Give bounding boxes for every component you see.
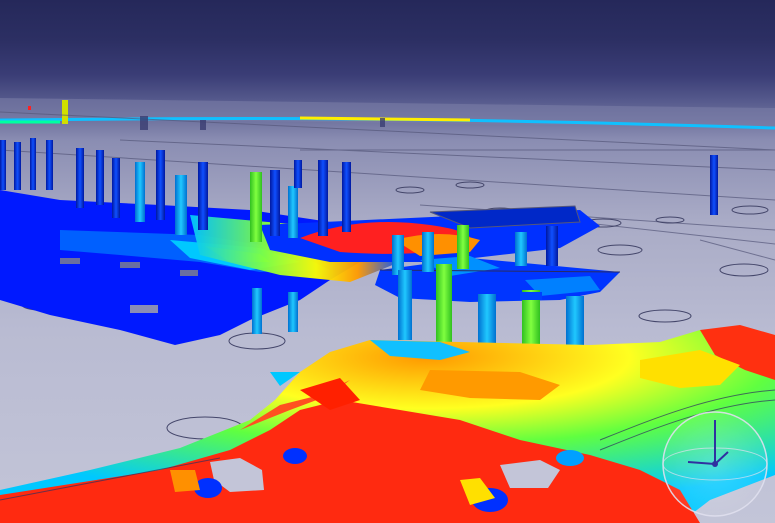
heatmap-scene bbox=[0, 98, 775, 523]
horizon-band bbox=[0, 98, 775, 130]
3d-viewport[interactable] bbox=[0, 0, 775, 523]
orbit-navigation-icon[interactable] bbox=[662, 411, 768, 517]
lower-heat-plaza bbox=[0, 325, 775, 523]
